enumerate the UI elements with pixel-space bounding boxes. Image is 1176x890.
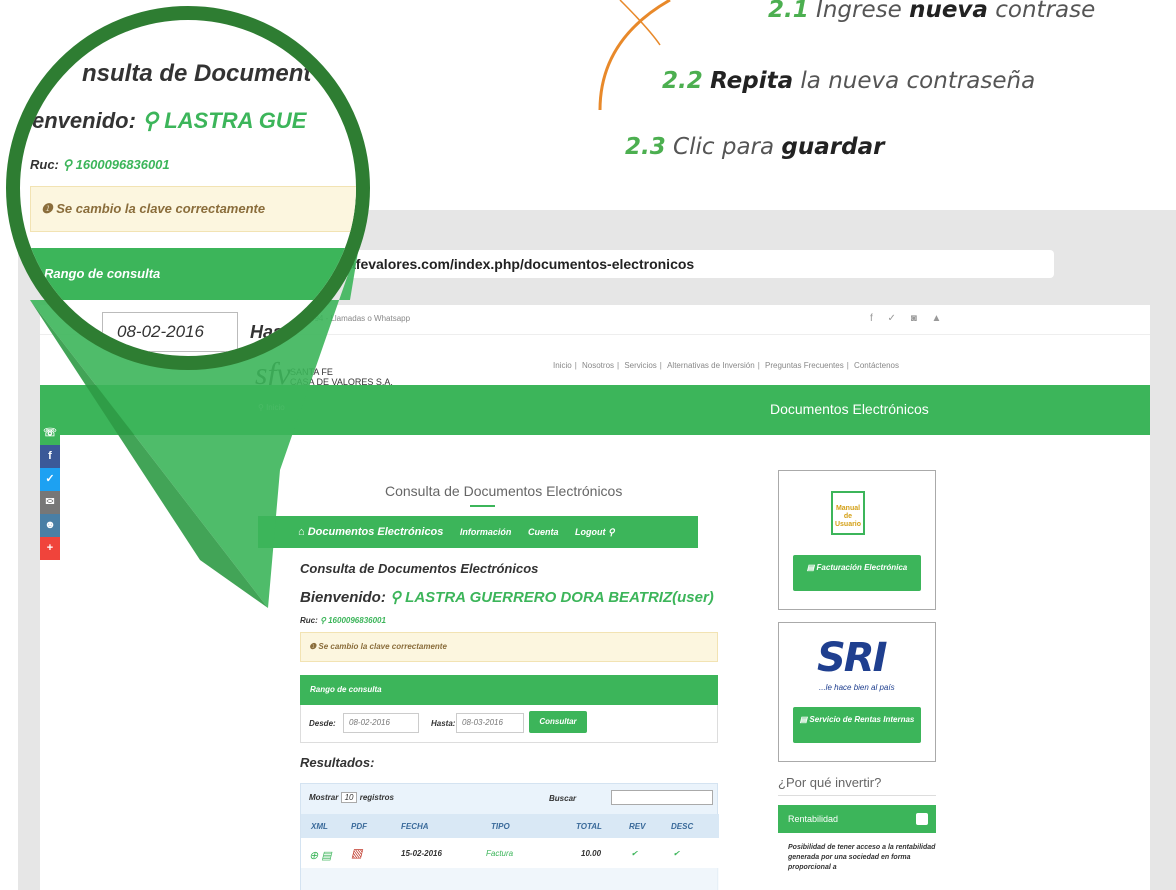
user-name: ⚲ LASTRA GUERRERO DORA BEATRIZ(user) (390, 589, 714, 606)
page-title: Documentos Electrónicos (770, 401, 929, 417)
content-title: Consulta de Documentos Electrónicos (385, 483, 623, 499)
zoom-desde-label: e: (30, 322, 47, 342)
step-2-1: 2.1 Ingrese nueva contrase (768, 0, 1096, 23)
desde-input[interactable]: 08-02-2016 (343, 713, 419, 733)
nav-item-alternativas[interactable]: Alternativas de Inversión (667, 361, 755, 370)
range-panel-header: Rango de consulta (300, 675, 718, 705)
header-social-icons[interactable]: f ✓ ◙ ▲ (870, 313, 947, 324)
table-search-input[interactable] (611, 790, 713, 805)
zoom-title: nsulta de Document (82, 60, 312, 87)
share-icon[interactable]: ☻ (40, 514, 60, 537)
twitter-icon[interactable]: ✓ (40, 468, 60, 491)
sri-button[interactable]: ▤ Servicio de Rentas Internas (793, 707, 921, 743)
zoom-desde-input: 08-02-2016 (102, 312, 238, 352)
facturacion-button[interactable]: ▤ Facturación Electrónica (793, 555, 921, 591)
docs-tabbar: ⌂ Documentos Electrónicos Información Cu… (258, 516, 698, 548)
table-row (301, 868, 719, 890)
facebook-icon[interactable]: f (40, 445, 60, 468)
sri-box: SRI ...le hace bien al país ▤ Servicio d… (778, 622, 936, 762)
browser-viewport: 594 - Llamadas o Whatsapp f ✓ ◙ ▲ sfv SA… (40, 305, 1150, 890)
consultar-button[interactable]: Consultar (529, 711, 587, 733)
main-nav: Inicio | Nosotros | Servicios | Alternativa… (553, 361, 899, 370)
manual-book-icon[interactable]: Manual de Usuario (831, 491, 865, 535)
decorative-arc (598, 0, 671, 111)
zoom-magnifier: nsulta de Document Bienvenido: ⚲ LASTRA … (6, 6, 370, 370)
zoom-ruc: Ruc: ⚲ 1600096836001 (30, 157, 170, 172)
floating-social-bar: ☏ f ✓ ✉ ☻ + (40, 422, 60, 560)
zoom-hasta-label: Hasta (250, 322, 300, 342)
email-icon[interactable]: ✉ (40, 491, 60, 514)
check-icon: ✔ (631, 849, 638, 858)
zoom-alert: ❶ Se cambio la clave correctamente (30, 186, 356, 232)
zoom-welcome: Bienvenido: ⚲ LASTRA GUE (10, 108, 307, 133)
tab-informacion[interactable]: Información (460, 527, 512, 537)
xml-download-icon[interactable]: ⊕ ▤ (309, 849, 332, 862)
rentabilidad-text: Posibilidad de tener acceso a la rentabi… (788, 844, 936, 871)
why-invest-heading: ¿Por qué invertir? (778, 775, 882, 790)
sri-tagline: ...le hace bien al país (819, 683, 895, 692)
breadcrumb[interactable]: ⚲ Inicio (258, 403, 285, 412)
step-2-2: 2.2 Repita la nueva contraseña (662, 68, 1036, 94)
range-panel-body: Desde: 08-02-2016 Hasta: 08-03-2016 Cons… (300, 705, 718, 743)
pdf-download-icon[interactable]: ▧ (351, 846, 362, 860)
nav-item-inicio[interactable]: Inicio (553, 361, 572, 370)
rentabilidad-accordion[interactable]: Rentabilidad (778, 805, 936, 833)
table-header: XML PDF FECHA TIPO TOTAL REV DESC (301, 814, 719, 838)
results-table: Mostrar 10 registros Buscar XML PDF FECH… (300, 783, 719, 890)
zoom-rango: Rango de consulta (30, 248, 356, 300)
ruc-value: ⚲ 1600096836001 (320, 616, 386, 625)
hasta-input[interactable]: 08-03-2016 (456, 713, 524, 733)
sri-logo[interactable]: SRI (817, 635, 887, 681)
manual-box: Manual de Usuario ▤ Facturación Electrón… (778, 470, 936, 610)
check-icon: ✔ (673, 849, 680, 858)
whatsapp-icon[interactable]: ☏ (40, 422, 60, 445)
results-heading: Resultados: (300, 755, 375, 770)
nav-item-contactenos[interactable]: Contáctenos (854, 361, 899, 370)
tutorial-canvas: 2.1 Ingrese nueva contrase 2.2 Repita la… (0, 0, 1176, 890)
tab-cuenta[interactable]: Cuenta (528, 527, 559, 537)
tab-logout[interactable]: Logout ⚲ (575, 527, 615, 537)
more-icon[interactable]: + (40, 537, 60, 560)
title-underline (470, 505, 495, 507)
collapse-icon[interactable] (916, 813, 928, 825)
ruc-line: Ruc: ⚲ 1600096836001 (300, 616, 386, 625)
section-subtitle: Consulta de Documentos Electrónicos (300, 561, 539, 576)
divider (778, 795, 936, 796)
table-row: ⊕ ▤ ▧ 15-02-2016 Factura 10.00 ✔ ✔ (301, 838, 719, 868)
nav-item-nosotros[interactable]: Nosotros (582, 361, 614, 370)
welcome-line: Bienvenido: ⚲ LASTRA GUERRERO DORA BEATR… (300, 589, 714, 606)
page-size-select[interactable]: 10 (340, 792, 358, 803)
tab-documentos[interactable]: ⌂ Documentos Electrónicos (298, 526, 443, 538)
success-alert: ❶ Se cambio la clave correctamente (300, 632, 718, 662)
page-title-band: ⚲ Inicio Documentos Electrónicos (40, 385, 1150, 435)
nav-item-servicios[interactable]: Servicios (624, 361, 656, 370)
nav-item-preguntas[interactable]: Preguntas Frecuentes (765, 361, 844, 370)
